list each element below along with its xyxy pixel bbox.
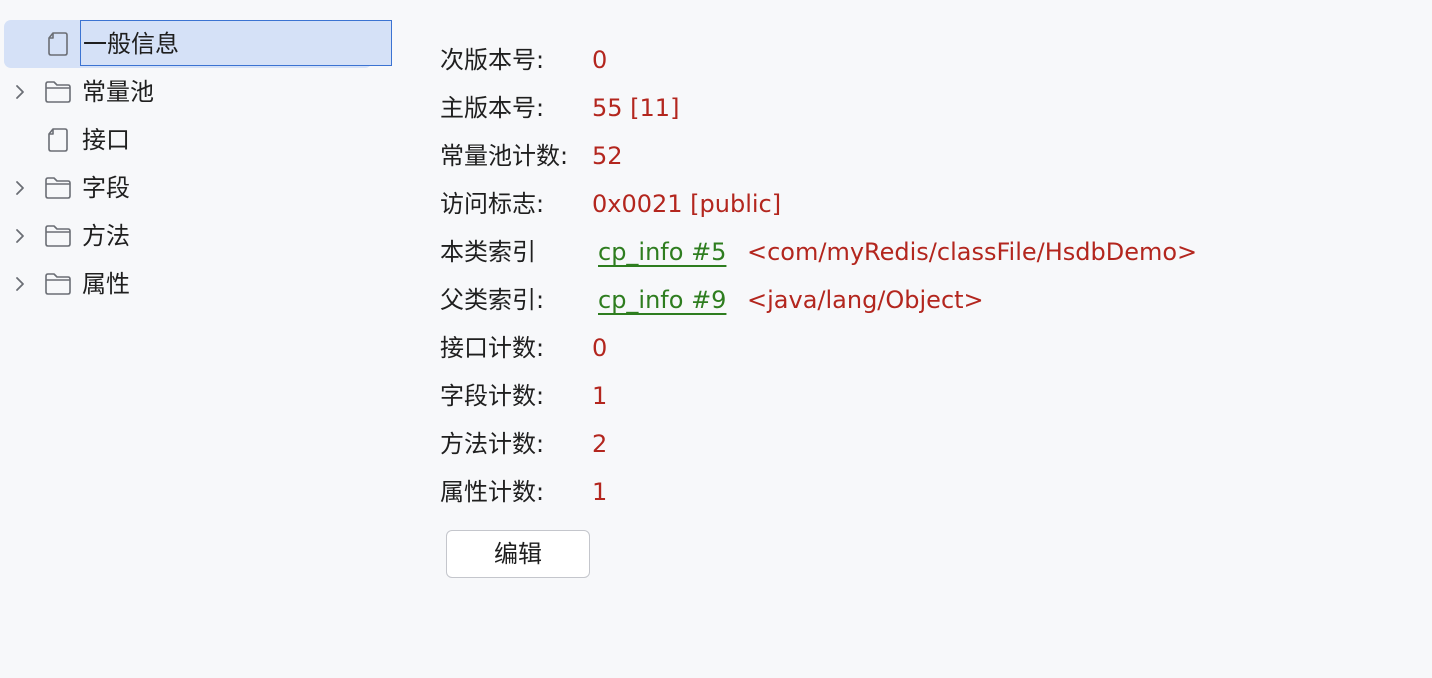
edit-button[interactable]: 编辑 xyxy=(446,530,590,578)
tree-item-general-info[interactable]: 一般信息 xyxy=(4,20,394,68)
tree-item-rename-field[interactable]: 一般信息 xyxy=(80,20,392,66)
major-version-label: 主版本号: xyxy=(440,94,545,122)
constant-pool-count-value: 52 xyxy=(592,142,623,170)
interfaces-count-row: 接口计数: 0 xyxy=(440,324,1400,372)
tree-item-methods[interactable]: 方法 xyxy=(4,212,394,260)
tree-item-label: 常量池 xyxy=(82,78,154,106)
folder-icon xyxy=(44,223,72,249)
file-icon xyxy=(44,127,72,153)
attributes-count-row: 属性计数: 1 xyxy=(440,468,1400,516)
tree-item-label: 接口 xyxy=(82,126,130,154)
this-class-label: 本类索引 xyxy=(440,238,536,266)
methods-count-label: 方法计数: xyxy=(440,430,545,458)
this-class-ref: <com/myRedis/classFile/HsdbDemo> xyxy=(747,238,1198,266)
major-version-row: 主版本号: 55 [11] xyxy=(440,84,1400,132)
interfaces-count-value: 0 xyxy=(592,334,608,362)
super-class-row: 父类索引: cp_info #9 <java/lang/Object> xyxy=(440,276,1400,324)
methods-count-value: 2 xyxy=(592,430,608,458)
tree-item-label: 一般信息 xyxy=(83,30,179,58)
chevron-right-icon[interactable] xyxy=(12,81,28,103)
minor-version-label: 次版本号: xyxy=(440,46,545,74)
chevron-right-icon[interactable] xyxy=(12,273,28,295)
structure-tree: 一般信息 常量池 接口 字段 方法 属性 xyxy=(0,0,400,678)
super-class-ref: <java/lang/Object> xyxy=(747,286,984,314)
attributes-count-label: 属性计数: xyxy=(440,478,545,506)
methods-count-row: 方法计数: 2 xyxy=(440,420,1400,468)
this-class-cp-link[interactable]: cp_info #5 xyxy=(598,228,726,276)
access-flags-row: 访问标志: 0x0021 [public] xyxy=(440,180,1400,228)
tree-item-label: 属性 xyxy=(82,270,130,298)
tree-item-interfaces[interactable]: 接口 xyxy=(4,116,394,164)
file-icon xyxy=(44,31,72,57)
major-version-value: 55 [11] xyxy=(592,94,680,122)
access-flags-value: 0x0021 [public] xyxy=(592,190,782,218)
attributes-count-value: 1 xyxy=(592,478,608,506)
tree-item-constant-pool[interactable]: 常量池 xyxy=(4,68,394,116)
folder-icon xyxy=(44,175,72,201)
folder-icon xyxy=(44,271,72,297)
minor-version-row: 次版本号: 0 xyxy=(440,36,1400,84)
tree-item-label: 字段 xyxy=(82,174,130,202)
this-class-row: 本类索引 cp_info #5 <com/myRedis/classFile/H… xyxy=(440,228,1400,276)
super-class-cp-link[interactable]: cp_info #9 xyxy=(598,276,726,324)
tree-item-label: 方法 xyxy=(82,222,130,250)
tree-item-attributes[interactable]: 属性 xyxy=(4,260,394,308)
constant-pool-count-row: 常量池计数: 52 xyxy=(440,132,1400,180)
access-flags-label: 访问标志: xyxy=(440,190,545,218)
interfaces-count-label: 接口计数: xyxy=(440,334,545,362)
super-class-label: 父类索引: xyxy=(440,286,545,314)
constant-pool-count-label: 常量池计数: xyxy=(440,142,569,170)
fields-count-row: 字段计数: 1 xyxy=(440,372,1400,420)
general-info-panel: 次版本号: 0 主版本号: 55 [11] 常量池计数: 52 访问标志: 0x… xyxy=(440,36,1400,516)
folder-icon xyxy=(44,79,72,105)
minor-version-value: 0 xyxy=(592,46,608,74)
fields-count-value: 1 xyxy=(592,382,608,410)
fields-count-label: 字段计数: xyxy=(440,382,545,410)
tree-item-fields[interactable]: 字段 xyxy=(4,164,394,212)
chevron-right-icon[interactable] xyxy=(12,177,28,199)
class-file-viewer: 一般信息 常量池 接口 字段 方法 属性 次版本号: 0 主版本号: 55 [1… xyxy=(0,0,1432,678)
chevron-right-icon[interactable] xyxy=(12,225,28,247)
